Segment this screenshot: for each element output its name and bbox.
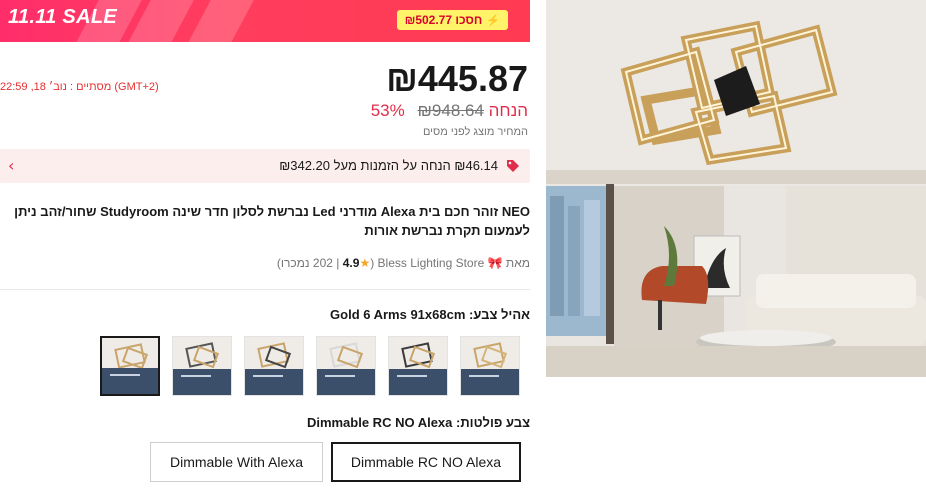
rating-value: 4.9	[342, 256, 360, 270]
current-price: ₪445.87	[386, 58, 528, 99]
savings-badge: ⚡ חסכו ₪502.77	[396, 10, 508, 30]
coupon-tag-icon	[507, 160, 519, 172]
option-dimmable-with-alexa[interactable]: Dimmable With Alexa	[150, 442, 323, 482]
sold-label: נמכרו	[280, 256, 310, 270]
living-room-illustration	[546, 0, 926, 377]
color-option-label: אהיל צבע: Gold 6 Arms 91x68cm	[330, 307, 530, 322]
color-thumb-2[interactable]	[172, 336, 232, 396]
review-count[interactable]: 202	[313, 256, 333, 270]
original-price: ₪948.64	[417, 101, 484, 120]
sale-banner: 11.11 SALE ⚡ חסכו ₪502.77	[0, 0, 530, 42]
color-thumb-4[interactable]	[316, 336, 376, 396]
product-title: NEO זוהר חכם בית Alexa מודרני Led נברשת …	[14, 204, 530, 238]
lightning-icon: ⚡	[486, 14, 500, 27]
color-thumb-6[interactable]	[460, 336, 520, 396]
store-row: מאת 🎀 Bless Lighting Store (★202 | 4.9 נ…	[276, 256, 530, 270]
coupon-banner[interactable]: ₪46.14 הנחה על הזמנות מעל ₪342.20 ‹	[0, 149, 530, 183]
chevron-left-icon: ‹	[8, 156, 15, 175]
coupon-text: ₪46.14 הנחה על הזמנות מעל ₪342.20	[279, 158, 498, 173]
store-name-link[interactable]: Bless Lighting Store	[378, 256, 485, 270]
selected-plug-value: Dimmable RC NO Alexa	[306, 415, 453, 430]
product-photo[interactable]	[546, 0, 926, 377]
divider	[0, 289, 530, 290]
tax-note: המחיר מוצג לפני מסים	[422, 126, 528, 138]
selected-color-value: Gold 6 Arms 91x68cm	[330, 307, 466, 322]
sale-label: 11.11 SALE	[8, 6, 117, 28]
store-icon: 🎀	[487, 256, 503, 270]
star-icon: ★	[359, 256, 371, 270]
store-prefix: מאת	[505, 256, 530, 270]
color-thumb-5[interactable]	[388, 336, 448, 396]
savings-text: חסכו ₪502.77	[404, 13, 483, 27]
discount-row: 53% הנחה ₪948.64	[300, 101, 528, 121]
product-info-panel: 11.11 SALE ⚡ חסכו ₪502.77 ₪445.87 מסתיים…	[0, 0, 545, 495]
option-dimmable-rc-no-alexa[interactable]: Dimmable RC NO Alexa	[331, 442, 521, 482]
color-thumb-3[interactable]	[244, 336, 304, 396]
plug-option-label: צבע פולטות: Dimmable RC NO Alexa	[306, 415, 530, 430]
color-thumb-1[interactable]	[100, 336, 160, 396]
sale-countdown: מסתיים : נוב׳ 18, 22:59 (GMT+2)	[0, 81, 159, 93]
